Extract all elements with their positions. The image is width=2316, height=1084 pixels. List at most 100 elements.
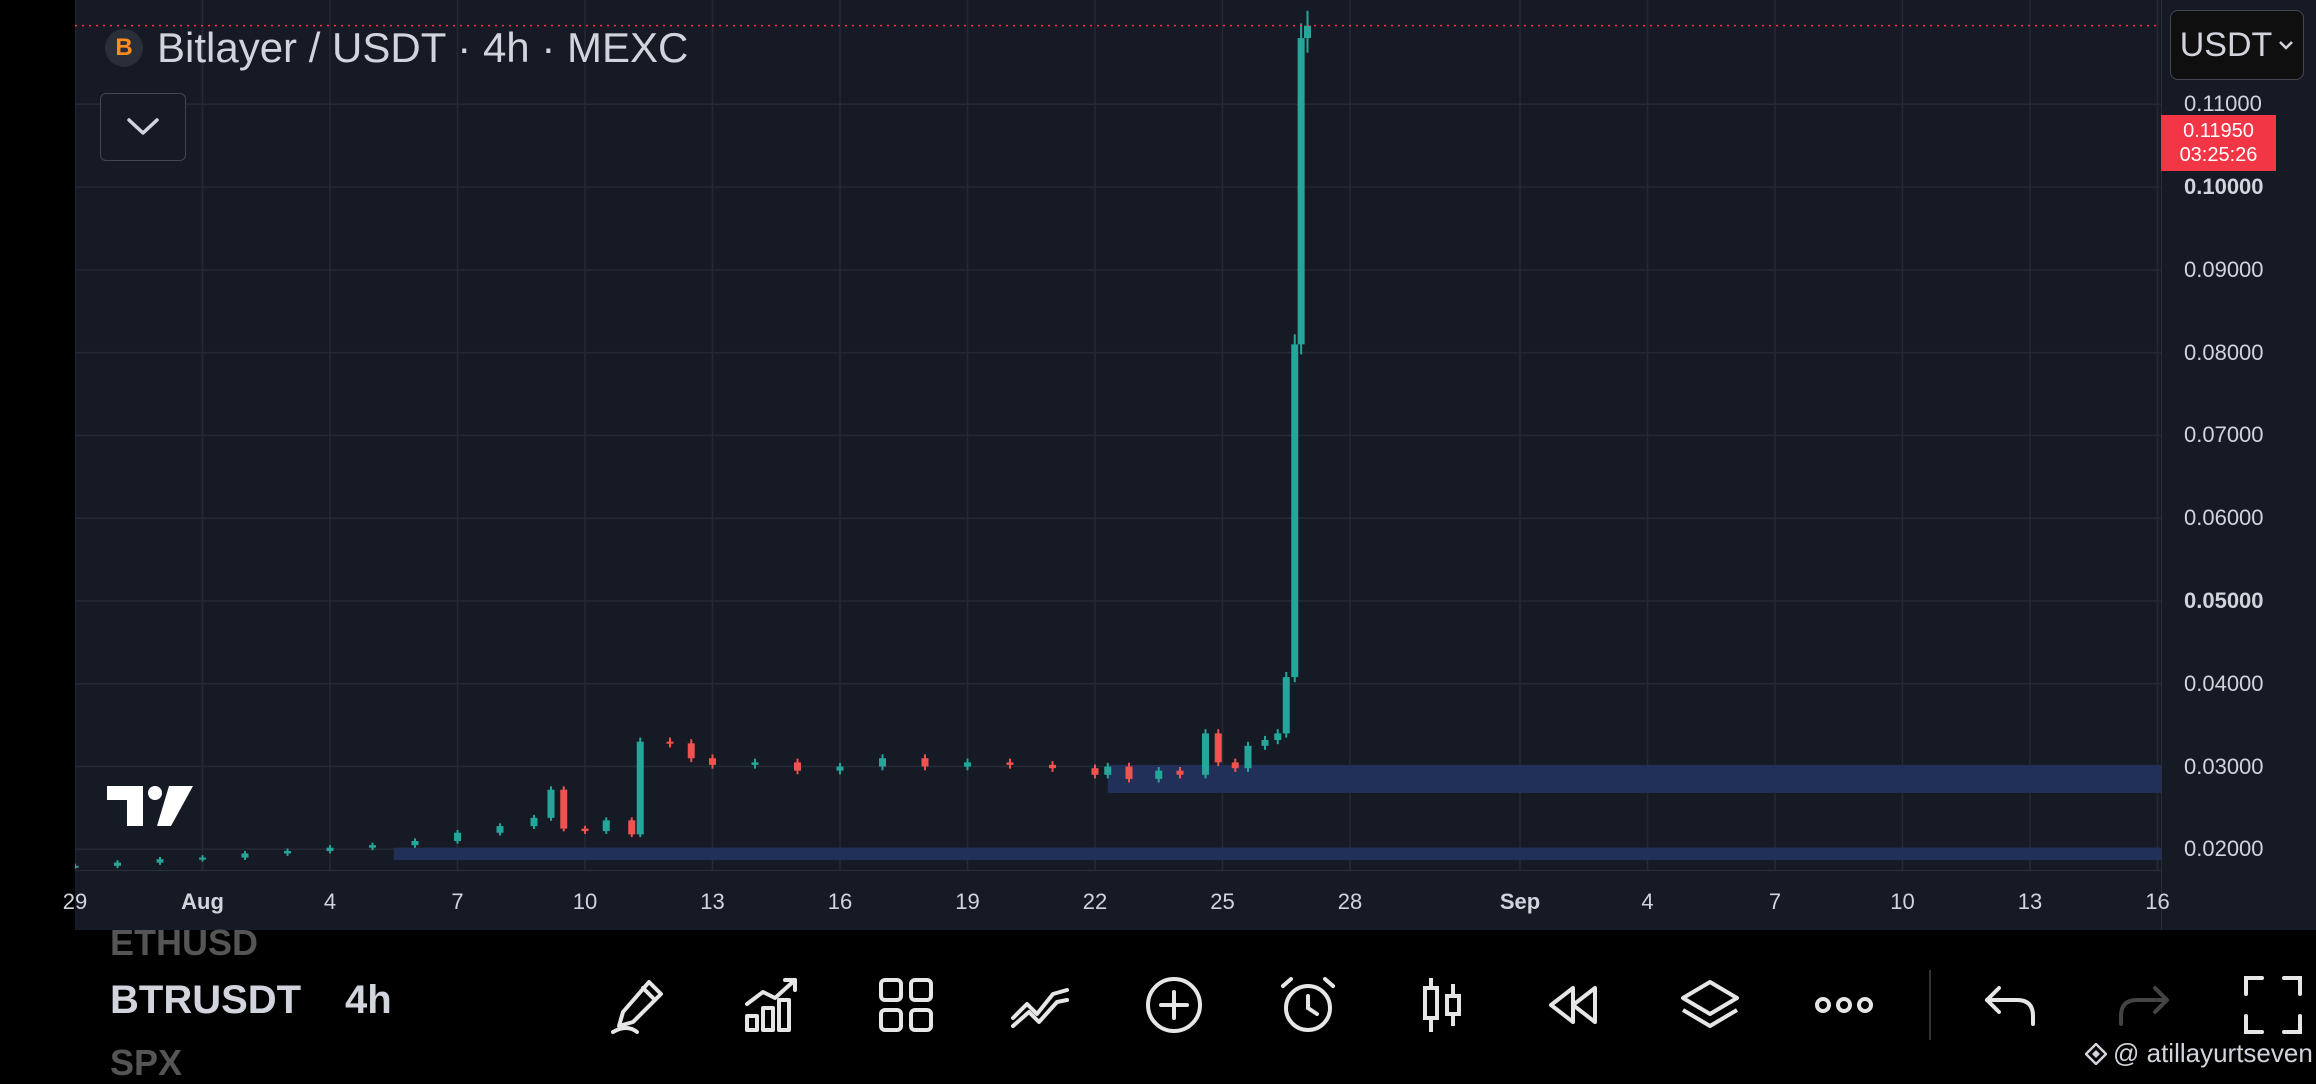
candle-body (369, 845, 376, 848)
candle-body (1155, 770, 1163, 779)
price-tick-label: 0.03000 (2184, 753, 2264, 779)
last-price-badge: 0.11950 03:25:26 (2161, 115, 2276, 171)
candle-body (602, 820, 610, 832)
price-tick-label: 0.09000 (2184, 256, 2264, 282)
currency-select-button[interactable]: USDT (2170, 10, 2304, 80)
compare-button[interactable] (1005, 970, 1075, 1040)
candle-body (199, 857, 206, 860)
candle-body (1214, 733, 1222, 763)
candle-body (326, 847, 334, 851)
candle-body (284, 850, 291, 854)
symbol-prev[interactable]: ETHUSD (110, 922, 258, 964)
price-tick-label: 0.07000 (2184, 422, 2264, 448)
symbol-title: Bitlayer / USDT · 4h · MEXC (157, 24, 689, 71)
time-tick-label: 19 (955, 889, 980, 914)
chart-title[interactable]: B Bitlayer / USDT · 4h · MEXC (105, 20, 688, 76)
pencil-icon (611, 980, 663, 1034)
time-axis[interactable]: 29 Aug 4 7 10 13 16 19 22 25 28 Sep 4 7 10 13 16 (63, 870, 2170, 930)
add-button[interactable] (1139, 970, 1209, 1040)
left-bezel (0, 0, 75, 930)
candle-body (411, 841, 419, 846)
time-tick-label: 10 (1890, 889, 1915, 914)
last-price-value: 0.11950 (2183, 120, 2254, 142)
tradingview-logo (105, 780, 195, 832)
layers-icon (1681, 980, 1739, 1028)
bottom-toolbar: ETHUSD BTRUSDT 4h SPX (0, 922, 2316, 1083)
price-tick-label: 0.06000 (2184, 505, 2264, 531)
replay-button[interactable] (1541, 970, 1611, 1040)
time-tick-label: 29 (62, 889, 88, 914)
candle-body (1297, 38, 1305, 345)
chart-canvas[interactable] (75, 0, 2161, 930)
candles-icon (1423, 978, 1461, 1032)
candle-body (496, 826, 504, 833)
candlestick-chart[interactable] (75, 0, 2161, 870)
interval-button[interactable]: 4h (345, 978, 392, 1023)
candle-body (1231, 762, 1239, 769)
tradingview-logo-icon (107, 786, 193, 826)
collapse-legend-button[interactable] (100, 93, 186, 161)
candle-body (114, 862, 121, 866)
time-tick-label: 22 (1082, 889, 1108, 914)
fullscreen-button[interactable] (2238, 970, 2308, 1040)
candle-body (1091, 768, 1099, 775)
bar-countdown: 03:25:26 (2179, 144, 2258, 166)
candle-body (921, 758, 929, 767)
candle-body (1202, 733, 1209, 775)
alert-button[interactable] (1273, 970, 1343, 1040)
candle-body (241, 853, 249, 858)
undo-button[interactable] (1975, 970, 2045, 1040)
time-tick-label: 28 (1337, 889, 1363, 914)
alarm-clock-icon (1281, 977, 1335, 1032)
candle-body (1261, 740, 1269, 746)
toolbar-divider (1929, 970, 1931, 1040)
layouts-button[interactable] (871, 970, 941, 1040)
drawing-tool-button[interactable] (603, 970, 673, 1040)
time-tick-label: 13 (2017, 889, 2043, 914)
candle-body (581, 828, 589, 832)
rewind-icon (1549, 986, 1597, 1024)
watermark-text: @ atillayurtseven (2113, 1038, 2313, 1068)
symbol-current[interactable]: BTRUSDT (110, 978, 301, 1023)
undo-icon (1985, 986, 2035, 1026)
candle-body (1282, 677, 1290, 734)
watermark: @ atillayurtseven (2085, 1038, 2313, 1069)
more-button[interactable] (1809, 970, 1879, 1040)
price-tick-label: 0.08000 (2184, 339, 2264, 365)
candle-body (794, 762, 801, 771)
candle-body (1125, 766, 1133, 779)
candle-body (836, 766, 844, 771)
time-tick-label: 25 (1210, 889, 1235, 914)
candle-body (1104, 766, 1112, 775)
chevron-down-icon (2279, 41, 2294, 50)
indicators-icon (745, 978, 797, 1032)
support-zone (393, 847, 2161, 861)
fullscreen-icon (2244, 976, 2302, 1034)
time-tick-label: 13 (700, 889, 725, 914)
symbol-next[interactable]: SPX (110, 1042, 182, 1084)
candle-body (1176, 770, 1184, 775)
candle-body (560, 789, 568, 829)
chart-type-button[interactable] (1407, 970, 1477, 1040)
layers-button[interactable] (1675, 970, 1745, 1040)
time-tick-label: 10 (572, 889, 598, 914)
price-tick-label: 0.10000 (2184, 174, 2264, 200)
candle-body (454, 832, 461, 842)
time-tick-label: 7 (451, 889, 464, 914)
indicators-button[interactable] (737, 970, 807, 1040)
price-tick-label: 0.04000 (2184, 670, 2264, 696)
redo-button[interactable] (2109, 970, 2179, 1040)
candle-body (964, 762, 971, 767)
time-tick-label: Sep (1499, 889, 1541, 914)
plus-circle-icon (1146, 977, 1202, 1033)
candle-body (1304, 25, 1311, 39)
more-dots-icon (1815, 997, 1873, 1013)
price-tick-label: 0.11000 (2184, 91, 2262, 117)
currency-label: USDT (2179, 25, 2273, 64)
candle-body (879, 758, 886, 767)
candle-body (156, 859, 164, 863)
candle-body (636, 741, 644, 835)
compare-lines-icon (1011, 988, 1069, 1028)
time-tick-label: 4 (1641, 889, 1654, 914)
bitlayer-logo-icon: B (105, 29, 143, 67)
